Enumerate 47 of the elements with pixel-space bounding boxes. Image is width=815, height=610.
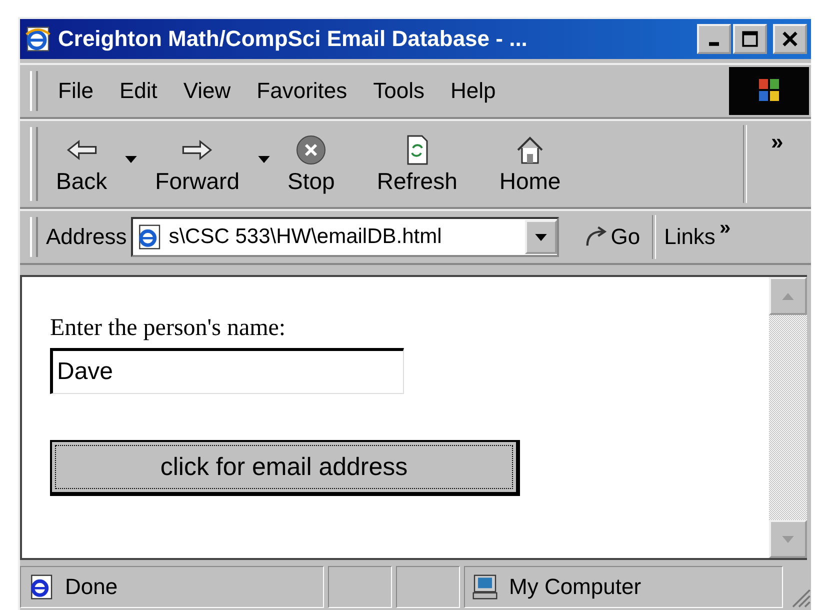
- windows-logo-icon: [729, 67, 809, 115]
- toolbar-grip[interactable]: [30, 217, 38, 257]
- email-button[interactable]: click for email address: [50, 440, 520, 496]
- address-field[interactable]: s\CSC 533\HW\emailDB.html: [130, 217, 559, 257]
- prompt-text: Enter the person's name:: [50, 315, 286, 342]
- maximize-icon: [740, 29, 760, 49]
- toolbar-grip[interactable]: [30, 71, 38, 111]
- maximize-button[interactable]: [733, 24, 767, 54]
- menu-item[interactable]: Favorites: [256, 78, 348, 104]
- browser-logo-icon: [24, 25, 52, 53]
- minimize-button[interactable]: [697, 24, 731, 54]
- minimize-icon: [709, 42, 719, 46]
- toolbar-button[interactable]: Home: [489, 134, 571, 194]
- close-button[interactable]: [773, 24, 807, 54]
- scroll-down-button[interactable]: [769, 520, 807, 558]
- name-input[interactable]: Dave: [50, 348, 404, 394]
- vertical-scrollbar[interactable]: [769, 277, 807, 558]
- caret-icon: [125, 156, 138, 162]
- more-button[interactable]: »: [719, 211, 731, 240]
- links-button[interactable]: Links: [656, 224, 720, 250]
- toolbar-button[interactable]: Stop: [278, 134, 345, 194]
- status-panel: [396, 566, 460, 608]
- toolbar-button[interactable]: Refresh: [366, 134, 468, 194]
- more-button[interactable]: »: [747, 121, 811, 155]
- computer-icon: [471, 573, 499, 601]
- menu-item[interactable]: Tools: [373, 78, 425, 104]
- window-title: Creighton Math/CompSci Email Database - ...: [58, 26, 528, 52]
- toolbar-button[interactable]: Forward: [145, 134, 250, 194]
- dropdown-button[interactable]: [524, 220, 557, 254]
- scroll-up-button[interactable]: [769, 277, 807, 315]
- menu-item[interactable]: View: [183, 78, 231, 104]
- stop-icon: [294, 134, 328, 166]
- down-arrow-icon: [782, 536, 794, 542]
- close-icon: [780, 29, 800, 49]
- go-button[interactable]: Go: [558, 224, 652, 250]
- status-text: Done: [65, 574, 118, 600]
- toolbar-button[interactable]: Back: [46, 134, 118, 194]
- menu-item[interactable]: Help: [450, 78, 496, 104]
- caret-icon: [258, 156, 270, 162]
- up-arrow-icon: [782, 292, 794, 300]
- toolbar-grip[interactable]: [30, 127, 38, 201]
- menu-item[interactable]: File: [58, 78, 94, 104]
- menu-item[interactable]: Edit: [119, 78, 158, 104]
- zone-text: My Computer: [509, 574, 642, 600]
- caret-icon: [534, 234, 547, 240]
- status-panel: [328, 566, 392, 608]
- address-label: Address: [46, 224, 127, 250]
